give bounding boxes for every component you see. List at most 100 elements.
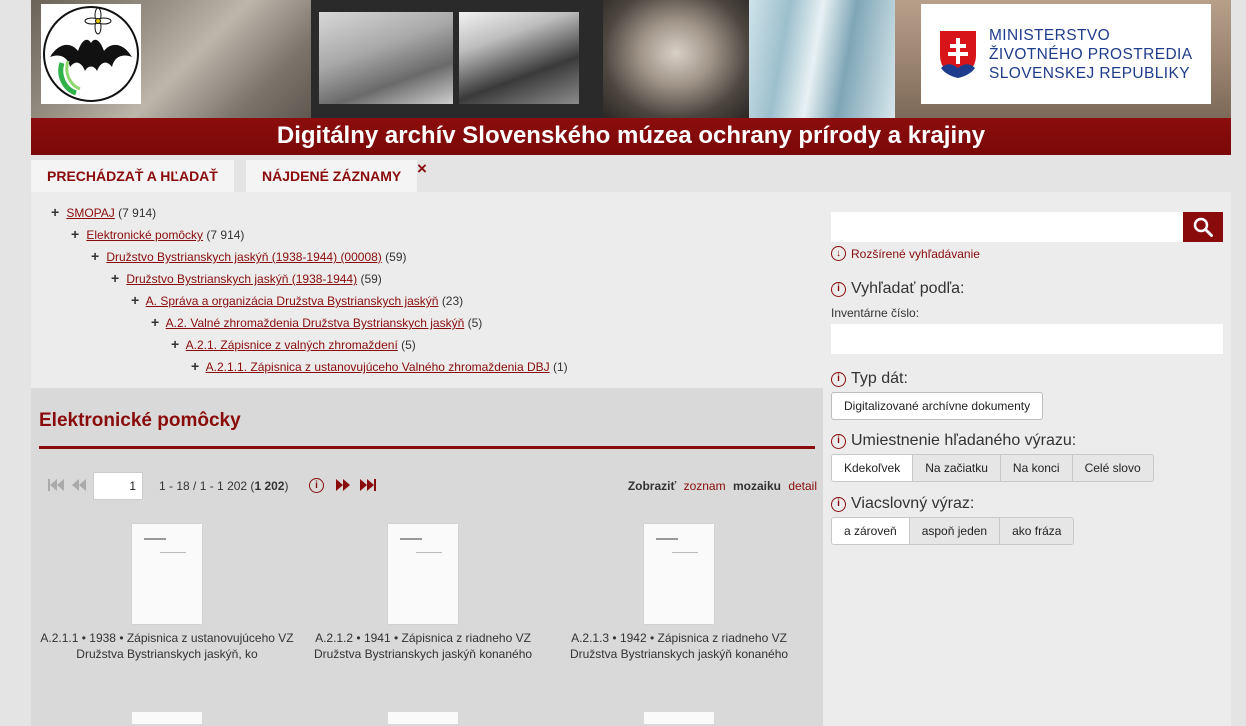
heading-divider (39, 446, 815, 449)
result-caption[interactable]: A.2.1.3 • 1942 • Zápisnica z riadneho VZ… (551, 630, 807, 662)
result-caption[interactable]: A.2.1.1 • 1938 • Zápisnica z ustanovujúc… (39, 630, 295, 662)
museum-logo[interactable] (41, 4, 141, 104)
data-type-heading: i Typ dát: (831, 370, 908, 388)
tree-link[interactable]: A.2.1.1. Zápisnica z ustanovujúceho Valn… (206, 360, 550, 374)
first-page-icon[interactable] (47, 478, 65, 492)
main-content: + SMOPAJ (7 914) + Elektronické pomôcky … (31, 192, 1231, 726)
document-thumbnail[interactable] (644, 712, 714, 724)
info-icon[interactable]: i (831, 371, 846, 387)
view-label: Zobraziť (627, 479, 677, 493)
tree-count: (59) (385, 250, 407, 264)
expand-icon[interactable]: + (71, 224, 83, 244)
tree-count: (5) (467, 316, 483, 330)
placement-end[interactable]: Na konci (1000, 455, 1073, 481)
document-thumbnail[interactable] (132, 524, 202, 624)
tab-found-records[interactable]: NÁJDENÉ ZÁZNAMY (246, 160, 418, 192)
view-mosaic[interactable]: mozaiku (733, 479, 781, 493)
data-type-button[interactable]: Digitalizované archívne dokumenty (831, 392, 1044, 420)
pagination: 1 1 - 18 / 1 - 1 202 (1 202) i Zobraziť … (47, 472, 817, 500)
arrow-down-circle-icon: ↓ (831, 246, 846, 261)
search-button[interactable] (1183, 212, 1223, 242)
tree-count: (59) (360, 272, 382, 286)
result-item[interactable]: A.2.1.2 • 1941 • Zápisnica z riadneho VZ… (295, 524, 551, 662)
expand-icon[interactable]: + (151, 312, 163, 332)
banner-photo-portrait (603, 0, 749, 118)
placement-whole-word[interactable]: Celé slovo (1072, 455, 1153, 481)
tree-item: + SMOPAJ (7 914) (51, 202, 156, 222)
result-item[interactable]: A.2.1.1 • 1938 • Zápisnica z ustanovujúc… (39, 524, 295, 662)
tree-count: (5) (401, 338, 416, 352)
expand-icon[interactable]: + (111, 268, 123, 288)
ministry-line-3: SLOVENSKEJ REPUBLIKY (989, 64, 1190, 82)
page-number-input[interactable]: 1 (93, 472, 143, 500)
tree-count: (1) (553, 360, 568, 374)
tree-link[interactable]: A.2. Valné zhromaždenia Družstva Bystria… (166, 316, 465, 330)
info-icon[interactable]: i (831, 496, 846, 512)
advanced-search-link[interactable]: ↓ Rozšírené vyhľadávanie (831, 246, 980, 261)
multiword-phrase[interactable]: ako fráza (1000, 518, 1074, 544)
prev-page-icon[interactable] (71, 478, 87, 492)
tree-link[interactable]: A.2.1. Zápisnice z valných zhromaždení (186, 338, 398, 352)
tree-link[interactable]: SMOPAJ (66, 206, 114, 220)
last-page-icon[interactable] (359, 478, 377, 492)
banner-photo-explorers (319, 12, 453, 104)
page: MINISTERSTVO ŽIVOTNÉHO PROSTREDIA SLOVEN… (31, 0, 1231, 726)
bat-logo-icon (43, 6, 139, 102)
tab-bar: PRECHÁDZAŤ A HĽADAŤ NÁJDENÉ ZÁZNAMY × (31, 155, 1231, 192)
expand-icon[interactable]: + (91, 246, 103, 266)
total-count: 1 202 (254, 479, 285, 493)
document-thumbnail[interactable] (388, 712, 458, 724)
tree-item: + A. Správa a organizácia Družstva Bystr… (131, 290, 463, 310)
title-bar: Digitálny archív Slovenského múzea ochra… (31, 118, 1231, 155)
tree-item: + A.2. Valné zhromaždenia Družstva Bystr… (151, 312, 482, 332)
view-list[interactable]: zoznam (684, 479, 726, 493)
inventory-number-field[interactable] (831, 324, 1223, 354)
expand-icon[interactable]: + (131, 290, 143, 310)
result-caption[interactable]: A.2.1.2 • 1941 • Zápisnica z riadneho VZ… (295, 630, 551, 662)
document-thumbnail[interactable] (132, 712, 202, 724)
document-thumbnail[interactable] (644, 524, 714, 624)
multiword-all[interactable]: a zároveň (832, 518, 910, 544)
result-item[interactable]: A.2.1.3 • 1942 • Zápisnica z riadneho VZ… (551, 524, 807, 662)
site-title[interactable]: Digitálny archív Slovenského múzea ochra… (31, 122, 1231, 150)
tree-count: (23) (441, 294, 464, 308)
advanced-search-label: Rozšírené vyhľadávanie (851, 246, 980, 261)
view-switcher: Zobraziť zoznam mozaiku detail (628, 479, 817, 493)
close-tab-icon[interactable]: × (417, 159, 427, 179)
tree-item: + A.2.1. Zápisnice z valných zhromaždení… (171, 334, 416, 354)
range-total: 1 - 1 202 (199, 479, 248, 493)
multiword-any[interactable]: aspoň jeden (909, 518, 1001, 544)
results-heading: Elektronické pomôcky (39, 410, 241, 431)
view-detail[interactable]: detail (788, 479, 817, 493)
placement-start[interactable]: Na začiatku (913, 455, 1001, 481)
tree-count: (7 914) (118, 206, 157, 220)
tree-item: + Družstvo Bystrianskych jaskýň (1938-19… (111, 268, 382, 288)
info-icon[interactable]: i (831, 281, 846, 297)
next-page-icon[interactable] (335, 478, 351, 492)
ministry-line-1: MINISTERSTVO (989, 26, 1111, 44)
placement-anywhere[interactable]: Kdekoľvek (832, 455, 914, 481)
tree-link[interactable]: A. Správa a organizácia Družstva Bystria… (146, 294, 439, 308)
document-thumbnail[interactable] (388, 524, 458, 624)
tab-browse-search[interactable]: PRECHÁDZAŤ A HĽADAŤ (31, 160, 234, 192)
search-input[interactable] (831, 212, 1183, 242)
expand-icon[interactable]: + (171, 334, 183, 354)
info-icon[interactable]: i (309, 478, 324, 493)
tree-link[interactable]: Družstvo Bystrianskych jaskýň (1938-1944… (126, 272, 357, 286)
tree-link[interactable]: Elektronické pomôcky (86, 228, 203, 242)
ministry-line-2: ŽIVOTNÉHO PROSTREDIA (989, 45, 1193, 63)
range-current: 1 - 18 (159, 479, 190, 493)
tree-count: (7 914) (206, 228, 245, 242)
expand-icon[interactable]: + (51, 202, 63, 222)
expand-icon[interactable]: + (191, 356, 203, 376)
search-icon (1193, 217, 1213, 237)
ministry-name: MINISTERSTVO ŽIVOTNÉHO PROSTREDIA SLOVEN… (989, 26, 1193, 83)
multiword-title: Viacslovný výraz: (851, 495, 975, 512)
info-icon[interactable]: i (831, 433, 846, 449)
page-range: 1 - 18 / 1 - 1 202 (1 202) (159, 479, 289, 493)
placement-options: Kdekoľvek Na začiatku Na konci Celé slov… (831, 454, 1154, 482)
data-type-title: Typ dát: (851, 370, 908, 387)
tree-link[interactable]: Družstvo Bystrianskych jaskýň (1938-1944… (106, 250, 381, 264)
tree-item: + Elektronické pomôcky (7 914) (71, 224, 244, 244)
ministry-logo[interactable]: MINISTERSTVO ŽIVOTNÉHO PROSTREDIA SLOVEN… (921, 4, 1211, 104)
